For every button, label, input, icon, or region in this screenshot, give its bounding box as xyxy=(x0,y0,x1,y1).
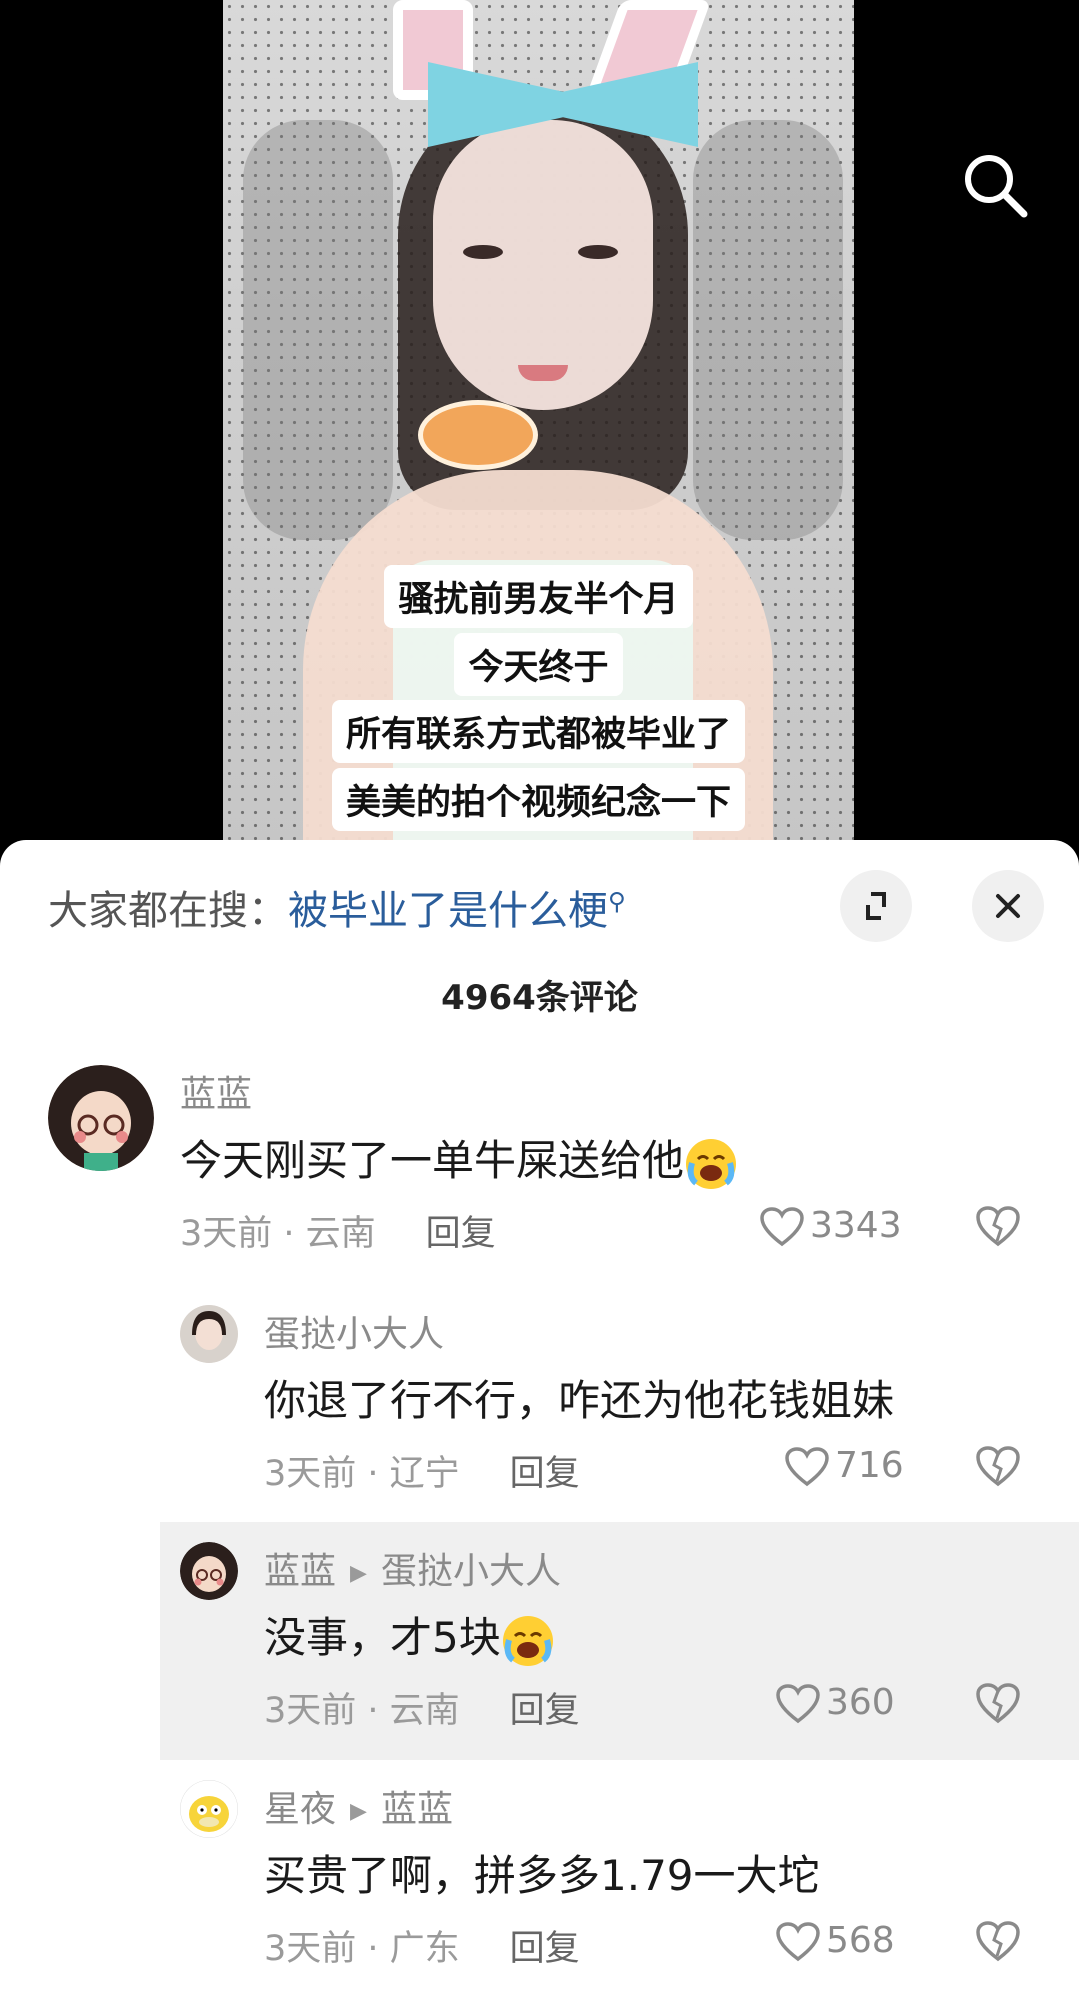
search-icon[interactable] xyxy=(960,150,1030,220)
video-player[interactable]: 骚扰前男友半个月 今天终于 所有联系方式都被毕业了 美美的拍个视频纪念一下 xyxy=(0,0,1079,860)
broken-heart-icon xyxy=(976,1921,1020,1962)
expand-button[interactable] xyxy=(840,870,912,942)
reply-to-name[interactable]: 蛋挞小大人 xyxy=(381,1551,561,1592)
author-name[interactable]: 蓝蓝 xyxy=(264,1551,336,1592)
comment-text: 你退了行不行，咋还为他花钱姐妹 xyxy=(264,1376,895,1425)
reply-to-name[interactable]: 蓝蓝 xyxy=(381,1789,453,1830)
like-button[interactable]: 360 xyxy=(776,1682,895,1724)
reply-arrow-icon: ▶ xyxy=(350,1798,367,1824)
video-frame: 骚扰前男友半个月 今天终于 所有联系方式都被毕业了 美美的拍个视频纪念一下 xyxy=(223,0,854,860)
heart-icon xyxy=(785,1447,829,1487)
reply-arrow-icon: ▶ xyxy=(350,1560,367,1586)
avatar[interactable] xyxy=(180,1780,238,1838)
like-button[interactable]: 568 xyxy=(776,1920,895,1962)
like-count: 3343 xyxy=(810,1205,902,1246)
comment-author[interactable]: 蛋挞小大人 xyxy=(264,1305,444,1357)
reply-button[interactable]: 回复 xyxy=(426,1214,496,1254)
crying-laugh-emoji xyxy=(684,1137,738,1191)
caption-line-1: 骚扰前男友半个月 xyxy=(223,565,854,628)
like-button[interactable]: 716 xyxy=(785,1445,904,1487)
comment-text: 今天刚买了一单牛屎送给他 xyxy=(180,1127,738,1191)
like-count: 568 xyxy=(826,1920,895,1961)
car-seat-right xyxy=(693,120,843,540)
broken-heart-icon xyxy=(976,1683,1020,1724)
comment-meta: 3天前 · 云南 回复 xyxy=(180,1205,496,1256)
caption-line-2: 今天终于 xyxy=(223,633,854,696)
heart-icon xyxy=(760,1207,804,1247)
small-search-icon: ⚲ xyxy=(608,887,626,916)
eye-left xyxy=(463,245,503,259)
avatar[interactable] xyxy=(180,1542,238,1600)
heart-icon xyxy=(776,1684,820,1724)
comment-sheet: 大家都在搜：被毕业了是什么梗⚲ 4964条评论 蓝蓝 今天刚买了一单牛屎送给他 … xyxy=(0,840,1079,1998)
car-seat-left xyxy=(243,120,393,540)
dislike-button[interactable] xyxy=(975,1445,1021,1491)
comment-meta: 3天前 · 云南 回复 xyxy=(264,1682,580,1733)
comment-item: 星夜 ▶ 蓝蓝 买贵了啊，拼多多1.79一大坨 3天前 · 广东 回复 568 xyxy=(0,1780,1079,1998)
comment-meta: 3天前 · 广东 回复 xyxy=(264,1920,580,1971)
comment-item: 蓝蓝 今天刚买了一单牛屎送给他 3天前 · 云南 回复 3343 xyxy=(0,1065,1079,1295)
heart-icon xyxy=(776,1922,820,1962)
reply-button[interactable]: 回复 xyxy=(510,1691,580,1731)
cake-sticker xyxy=(418,400,538,470)
comment-author: 星夜 ▶ 蓝蓝 xyxy=(264,1780,453,1832)
comment-count: 4964条评论 xyxy=(441,978,638,1018)
search-suggestion[interactable]: 大家都在搜：被毕业了是什么梗⚲ xyxy=(48,878,626,936)
comment-time: 3天前 · 广东 xyxy=(264,1929,460,1969)
caption-line-4: 美美的拍个视频纪念一下 xyxy=(223,768,854,831)
like-count: 360 xyxy=(826,1682,895,1723)
like-count: 716 xyxy=(835,1445,904,1486)
reply-button[interactable]: 回复 xyxy=(510,1929,580,1969)
comment-time: 3天前 · 云南 xyxy=(264,1691,460,1731)
comment-item-highlighted: 蓝蓝 ▶ 蛋挞小大人 没事，才5块 3天前 · 云南 回复 360 xyxy=(160,1522,1079,1760)
comment-time: 3天前 · 辽宁 xyxy=(264,1454,460,1494)
like-button[interactable]: 3343 xyxy=(760,1205,902,1247)
reply-button[interactable]: 回复 xyxy=(510,1454,580,1494)
comment-text: 买贵了啊，拼多多1.79一大坨 xyxy=(264,1851,820,1900)
close-icon xyxy=(996,894,1020,918)
suggest-query[interactable]: 被毕业了是什么梗 xyxy=(288,888,608,934)
eye-right xyxy=(578,245,618,259)
avatar[interactable] xyxy=(180,1305,238,1363)
close-button[interactable] xyxy=(972,870,1044,942)
broken-heart-icon xyxy=(976,1206,1020,1247)
author-name[interactable]: 星夜 xyxy=(264,1789,336,1830)
comment-author: 蓝蓝 ▶ 蛋挞小大人 xyxy=(264,1542,561,1594)
avatar[interactable] xyxy=(48,1065,154,1171)
comment-meta: 3天前 · 辽宁 回复 xyxy=(264,1445,580,1496)
caption-line-3: 所有联系方式都被毕业了 xyxy=(223,700,854,763)
comment-author[interactable]: 蓝蓝 xyxy=(180,1065,252,1117)
dislike-button[interactable] xyxy=(975,1205,1021,1251)
broken-heart-icon xyxy=(976,1446,1020,1487)
suggest-prefix: 大家都在搜： xyxy=(48,888,288,934)
comment-time: 3天前 · 云南 xyxy=(180,1214,376,1254)
expand-icon xyxy=(866,892,886,920)
dislike-button[interactable] xyxy=(975,1682,1021,1728)
comment-item: 蛋挞小大人 你退了行不行，咋还为他花钱姐妹 3天前 · 辽宁 回复 716 xyxy=(0,1305,1079,1505)
comment-text: 没事，才5块 xyxy=(264,1604,555,1668)
crying-laugh-emoji xyxy=(501,1614,555,1668)
dislike-button[interactable] xyxy=(975,1920,1021,1966)
